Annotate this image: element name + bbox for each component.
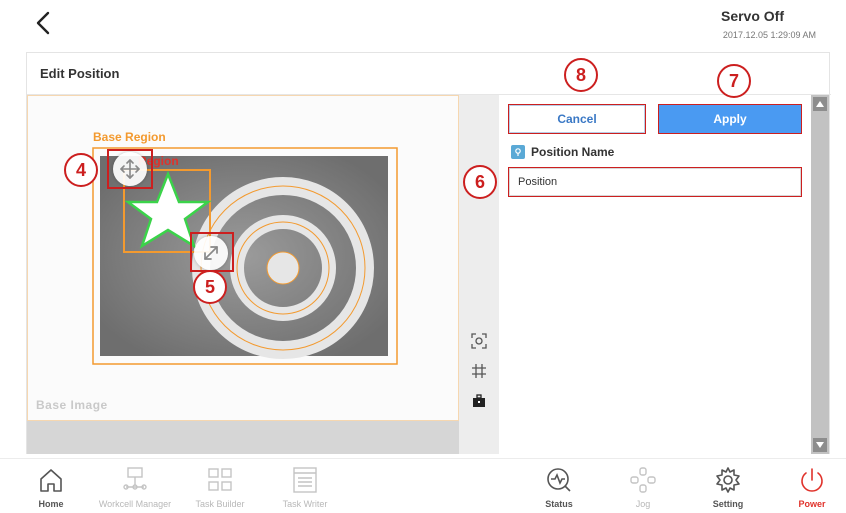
nav-home[interactable]: Home	[6, 465, 96, 513]
panel-title: Edit Position	[40, 66, 120, 81]
scroll-up-icon[interactable]	[813, 97, 827, 111]
nav-status[interactable]: Status	[514, 465, 604, 513]
vision-image	[92, 147, 398, 365]
nav-jog-label: Jog	[635, 499, 651, 509]
nav-setting[interactable]: Setting	[683, 465, 773, 513]
nav-home-label: Home	[38, 499, 64, 509]
edit-position-panel: Edit Position Base Region Region Base Im…	[26, 52, 831, 454]
position-name-heading: Position Name	[511, 145, 614, 159]
nav-jog[interactable]: Jog	[598, 465, 688, 513]
focus-icon[interactable]	[469, 331, 489, 351]
nav-power[interactable]: Power	[767, 465, 846, 513]
servo-status: Servo Off	[720, 8, 784, 24]
bottom-navigation: Home Workcell Manager Task Builder Task …	[0, 458, 846, 513]
status-pulse-icon	[547, 468, 571, 492]
canvas-footer	[27, 421, 459, 454]
task-writer-icon	[293, 467, 317, 493]
back-arrow-icon[interactable]	[30, 8, 58, 38]
base-region-label: Base Region	[93, 130, 166, 144]
grid-icon[interactable]	[469, 361, 489, 381]
position-form: Cancel Apply Position Name Position	[499, 95, 811, 454]
gear-icon	[716, 467, 740, 493]
nav-workcell-label: Workcell Manager	[98, 499, 172, 509]
scrollbar[interactable]	[811, 95, 829, 454]
nav-workcell-manager[interactable]: Workcell Manager	[90, 465, 180, 513]
apply-button[interactable]: Apply	[659, 105, 801, 133]
callout-5: 5	[193, 270, 227, 304]
callout-8: 8	[564, 58, 598, 92]
workcell-icon	[123, 467, 147, 490]
cancel-button[interactable]: Cancel	[509, 105, 645, 133]
nav-setting-label: Setting	[712, 499, 744, 509]
nav-task-builder-label: Task Builder	[195, 499, 245, 509]
callout-6: 6	[463, 165, 497, 199]
position-name-input[interactable]: Position	[509, 168, 801, 196]
nav-power-label: Power	[798, 499, 826, 509]
scroll-down-icon[interactable]	[813, 438, 827, 452]
move-icon	[120, 159, 140, 179]
resize-handle[interactable]	[194, 236, 228, 270]
home-icon	[40, 469, 62, 492]
position-name-label: Position Name	[531, 145, 615, 159]
resize-diagonal-icon	[204, 246, 218, 260]
callout-7: 7	[717, 64, 751, 98]
callout-4: 4	[64, 153, 98, 187]
base-image-canvas[interactable]: Base Region Region Base Image	[27, 95, 459, 421]
timestamp: 2017.12.05 1:29:09 AM	[722, 30, 816, 40]
nav-task-writer-label: Task Writer	[282, 499, 328, 509]
toolbox-icon[interactable]	[469, 391, 489, 411]
task-builder-icon	[208, 468, 232, 491]
move-handle[interactable]	[113, 152, 147, 186]
top-bar: Servo Off 2017.12.05 1:29:09 AM	[0, 0, 846, 50]
base-image-label: Base Image	[36, 398, 108, 412]
nav-task-builder[interactable]: Task Builder	[175, 465, 265, 513]
location-pin-icon	[511, 145, 525, 159]
power-icon	[801, 468, 823, 492]
jog-icon	[630, 467, 656, 493]
canvas-toolbar	[459, 95, 499, 454]
nav-status-label: Status	[545, 499, 573, 509]
nav-task-writer[interactable]: Task Writer	[260, 465, 350, 513]
